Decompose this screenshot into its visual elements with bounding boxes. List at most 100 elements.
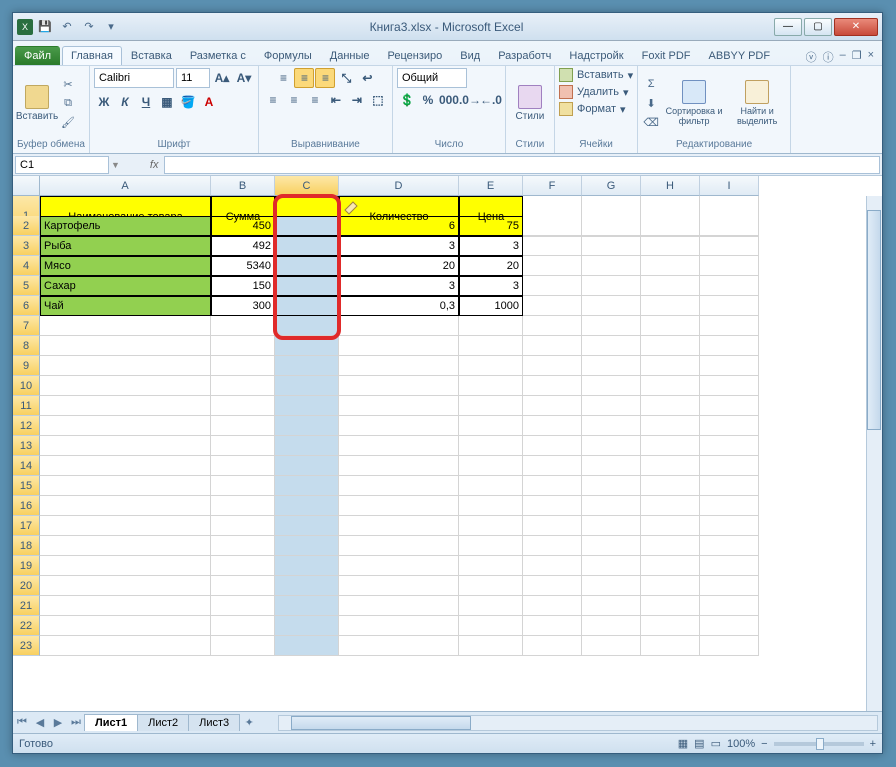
tab-данные[interactable]: Данные	[321, 46, 379, 65]
row-header-13[interactable]: 13	[13, 436, 40, 456]
currency-button[interactable]: 💲	[397, 90, 417, 110]
cell-A21[interactable]	[40, 596, 211, 616]
cell-I17[interactable]	[700, 516, 759, 536]
col-header-H[interactable]: H	[641, 176, 700, 196]
zoom-in-button[interactable]: +	[870, 738, 876, 750]
cell-H4[interactable]	[641, 256, 700, 276]
cell-C6[interactable]	[275, 296, 339, 316]
cell-F16[interactable]	[523, 496, 582, 516]
align-top-button[interactable]: ≡	[273, 68, 293, 88]
cells-delete-button[interactable]: Удалить ▾	[559, 85, 629, 99]
underline-button[interactable]: Ч	[136, 92, 156, 112]
tab-abbyy pdf[interactable]: ABBYY PDF	[700, 46, 780, 65]
cell-D9[interactable]	[339, 356, 459, 376]
cell-C16[interactable]	[275, 496, 339, 516]
cell-G5[interactable]	[582, 276, 641, 296]
cell-I20[interactable]	[700, 576, 759, 596]
cell-F14[interactable]	[523, 456, 582, 476]
font-name-combo[interactable]: Calibri	[94, 68, 174, 88]
cell-C5[interactable]	[275, 276, 339, 296]
cell-E2[interactable]: 75	[459, 216, 523, 236]
indent-inc-button[interactable]: ⇥	[347, 90, 367, 110]
cell-G18[interactable]	[582, 536, 641, 556]
zoom-slider-thumb[interactable]	[816, 738, 824, 750]
view-normal-button[interactable]: ▦	[678, 737, 688, 750]
cell-B23[interactable]	[211, 636, 275, 656]
cell-G6[interactable]	[582, 296, 641, 316]
cell-H8[interactable]	[641, 336, 700, 356]
cell-H18[interactable]	[641, 536, 700, 556]
row-header-6[interactable]: 6	[13, 296, 40, 316]
cells-format-button[interactable]: Формат ▾	[559, 102, 626, 116]
cell-E7[interactable]	[459, 316, 523, 336]
cell-C14[interactable]	[275, 456, 339, 476]
cell-D8[interactable]	[339, 336, 459, 356]
cell-F12[interactable]	[523, 416, 582, 436]
sheet-tab-Лист2[interactable]: Лист2	[137, 714, 189, 731]
cell-F20[interactable]	[523, 576, 582, 596]
cell-B21[interactable]	[211, 596, 275, 616]
name-box[interactable]: C1	[15, 156, 109, 174]
cell-F10[interactable]	[523, 376, 582, 396]
cell-H14[interactable]	[641, 456, 700, 476]
sheet-nav-first[interactable]: ⏮	[13, 714, 31, 732]
minimize-button[interactable]: ―	[774, 18, 802, 36]
cell-A19[interactable]	[40, 556, 211, 576]
cell-E17[interactable]	[459, 516, 523, 536]
tab-рецензиро[interactable]: Рецензиро	[379, 46, 452, 65]
row-header-10[interactable]: 10	[13, 376, 40, 396]
cell-B17[interactable]	[211, 516, 275, 536]
col-header-E[interactable]: E	[459, 176, 523, 196]
wrap-text-button[interactable]: ↩	[357, 68, 377, 88]
align-center-button[interactable]: ≡	[284, 90, 304, 110]
cell-G23[interactable]	[582, 636, 641, 656]
sheet-tab-Лист3[interactable]: Лист3	[188, 714, 240, 731]
cell-B5[interactable]: 150	[211, 276, 275, 296]
col-header-F[interactable]: F	[523, 176, 582, 196]
cell-D10[interactable]	[339, 376, 459, 396]
cell-E15[interactable]	[459, 476, 523, 496]
cell-E4[interactable]: 20	[459, 256, 523, 276]
cell-F6[interactable]	[523, 296, 582, 316]
cell-H2[interactable]	[641, 216, 700, 236]
cell-A13[interactable]	[40, 436, 211, 456]
cell-C11[interactable]	[275, 396, 339, 416]
fx-icon[interactable]: fx	[150, 159, 159, 171]
cell-F17[interactable]	[523, 516, 582, 536]
cell-D16[interactable]	[339, 496, 459, 516]
align-bottom-button[interactable]: ≡	[315, 68, 335, 88]
cell-H23[interactable]	[641, 636, 700, 656]
cell-C18[interactable]	[275, 536, 339, 556]
tab-разметка с[interactable]: Разметка с	[181, 46, 255, 65]
cell-H13[interactable]	[641, 436, 700, 456]
row-header-3[interactable]: 3	[13, 236, 40, 256]
cell-F18[interactable]	[523, 536, 582, 556]
cell-D2[interactable]: 6	[339, 216, 459, 236]
cell-G4[interactable]	[582, 256, 641, 276]
row-header-22[interactable]: 22	[13, 616, 40, 636]
number-format-combo[interactable]: Общий	[397, 68, 467, 88]
orientation-button[interactable]: ⤡	[336, 68, 356, 88]
cell-E13[interactable]	[459, 436, 523, 456]
cell-C10[interactable]	[275, 376, 339, 396]
cell-G22[interactable]	[582, 616, 641, 636]
col-header-G[interactable]: G	[582, 176, 641, 196]
select-all-corner[interactable]	[13, 176, 40, 196]
cell-I12[interactable]	[700, 416, 759, 436]
cell-E20[interactable]	[459, 576, 523, 596]
row-header-23[interactable]: 23	[13, 636, 40, 656]
cell-D7[interactable]	[339, 316, 459, 336]
zoom-value[interactable]: 100%	[727, 738, 755, 750]
new-sheet-button[interactable]: ✦	[240, 714, 258, 732]
cell-F2[interactable]	[523, 216, 582, 236]
shrink-font-button[interactable]: A▾	[234, 68, 254, 88]
cell-H16[interactable]	[641, 496, 700, 516]
cell-E19[interactable]	[459, 556, 523, 576]
sheet-nav-last[interactable]: ⏭	[67, 714, 85, 732]
maximize-button[interactable]: ▢	[804, 18, 832, 36]
format-painter-button[interactable]: 🖌	[59, 113, 77, 131]
qat-redo-button[interactable]: ↷	[79, 17, 99, 37]
tab-вид[interactable]: Вид	[451, 46, 489, 65]
row-header-17[interactable]: 17	[13, 516, 40, 536]
cell-H20[interactable]	[641, 576, 700, 596]
